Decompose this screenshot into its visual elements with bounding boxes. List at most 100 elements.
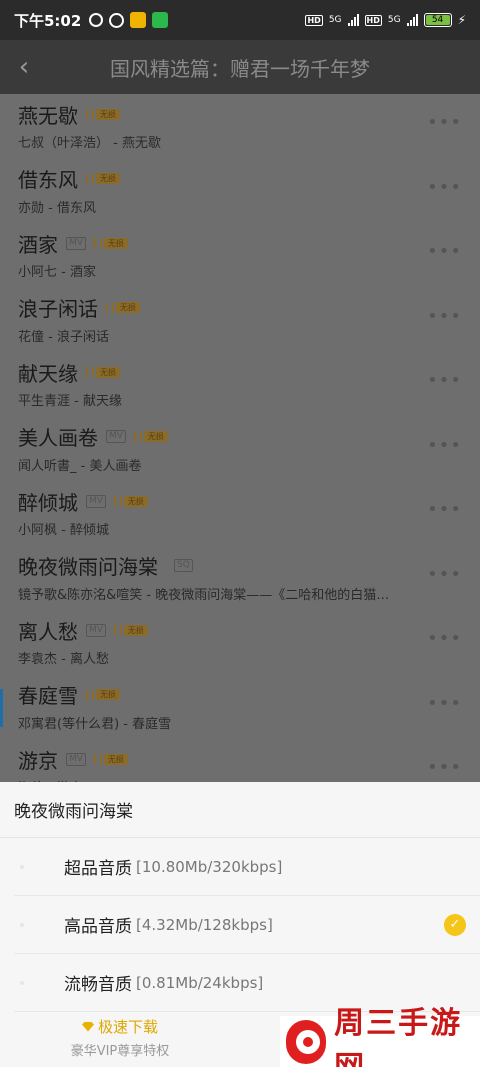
- song-title: 晚夜微雨问海棠: [18, 555, 158, 579]
- mv-badge[interactable]: MV: [106, 430, 126, 443]
- sound-wave-icon: [86, 367, 94, 377]
- song-row[interactable]: 酒家 MV 无损小阿七 - 酒家 •••: [0, 223, 480, 288]
- vip-fast-label: 极速下载: [97, 1018, 158, 1036]
- song-title: 美人画卷: [18, 426, 98, 450]
- song-artist: 邓寓君(等什么君) - 春庭雪: [18, 716, 172, 732]
- mv-badge[interactable]: MV: [66, 236, 86, 250]
- lossless-label: 无损: [103, 237, 128, 249]
- song-title: 燕无歇: [18, 103, 78, 128]
- lossless-badge: 无损: [113, 624, 148, 636]
- song-row[interactable]: 浪子闲话 无损花僮 - 浪子闲话 •••: [0, 288, 480, 353]
- bullet-icon: [20, 922, 24, 927]
- more-options-icon[interactable]: •••: [427, 693, 462, 714]
- mv-badge[interactable]: MV: [86, 494, 106, 508]
- lossless-badge: 无损: [93, 753, 128, 765]
- song-row[interactable]: 离人愁 MV 无损李袁杰 - 离人愁 •••: [0, 610, 480, 675]
- lossless-label: 无损: [96, 173, 120, 184]
- more-options-icon[interactable]: •••: [427, 435, 462, 456]
- bullet-icon: [20, 980, 24, 985]
- more-options-icon[interactable]: •••: [427, 112, 462, 133]
- lossless-badge: 无损: [86, 108, 120, 120]
- app-notification-icon: [130, 12, 147, 28]
- status-bar: 下午5:02 HD 5G HD 5G 54 ⚡: [0, 0, 480, 40]
- charging-icon: ⚡: [457, 13, 466, 27]
- sound-wave-icon: [113, 625, 122, 635]
- song-row[interactable]: 借东风 无损 亦勋 - 借东风 •••: [0, 159, 480, 224]
- wechat-notification-icon: [152, 12, 169, 28]
- song-artist: 闻人听書_ - 美人画卷: [18, 458, 142, 474]
- sound-wave-icon: [133, 431, 142, 442]
- song-artist: 小阿七 - 酒家: [18, 265, 96, 280]
- alarm-icon: [109, 12, 125, 28]
- status-time: 下午5:02: [14, 11, 82, 30]
- lossless-label: 无损: [123, 624, 148, 636]
- song-title: 春庭雪: [18, 684, 78, 708]
- lossless-badge: 无损: [106, 302, 140, 313]
- quality-detail: [4.32Mb/128kbps]: [136, 915, 273, 934]
- quality-detail: [0.81Mb/24kbps]: [136, 973, 264, 992]
- song-title: 献天缘: [18, 361, 78, 386]
- network-type-2: 5G: [387, 15, 401, 25]
- check-icon: ✓: [444, 913, 466, 936]
- mv-badge[interactable]: MV: [66, 752, 86, 766]
- more-options-icon[interactable]: •••: [427, 499, 462, 520]
- song-artist: 平生青涯 - 献天缘: [18, 394, 122, 409]
- song-artist: 七叔（叶泽浩） - 燕无歇: [18, 136, 161, 151]
- sound-wave-icon: [106, 302, 114, 313]
- song-artist: 花僮 - 浪子闲话: [18, 329, 109, 345]
- song-row[interactable]: 春庭雪 无损邓寓君(等什么君) - 春庭雪 •••: [0, 675, 480, 740]
- lossless-badge: 无损: [86, 689, 120, 700]
- mute-icon: [89, 13, 104, 27]
- song-row[interactable]: 献天缘 无损平生青涯 - 献天缘 •••: [0, 352, 480, 417]
- mv-badge[interactable]: MV: [86, 623, 106, 637]
- song-row[interactable]: 燕无歇 无损七叔（叶泽浩） - 燕无歇 •••: [0, 94, 480, 159]
- song-list[interactable]: 燕无歇 无损 七叔（叶泽浩） - 燕无歇 ••• 借东风 无损 亦勋 - 借东风 ••• 酒家 M…: [0, 94, 480, 782]
- song-row[interactable]: 美人画卷 MV 无损闻人听書_ - 美人画卷 •••: [0, 417, 480, 482]
- quality-name: 高品音质: [64, 917, 132, 937]
- vip-perk-label: 豪华VIP尊享特权: [70, 1044, 170, 1059]
- network-type-1: 5G: [328, 15, 342, 25]
- song-row[interactable]: 晚夜微雨问海棠 SQ 镜予歌&陈亦洺&喧笑 - 晚夜微雨问海棠——《二哈和他的白猫……: [0, 546, 480, 611]
- more-options-icon[interactable]: •••: [427, 628, 462, 649]
- quality-detail: [10.80Mb/320kbps]: [136, 857, 283, 876]
- top-bar: ‹ 国风精选篇：赠君一场千年梦: [0, 40, 480, 94]
- song-row[interactable]: 游京MV无损海伦 - 游京•••: [0, 739, 480, 783]
- vip-fast-download[interactable]: 极速下载 豪华VIP尊享特权: [0, 1008, 240, 1067]
- quality-name: 超品音质: [64, 859, 132, 879]
- more-options-icon[interactable]: •••: [427, 370, 462, 391]
- song-artist: 李袁杰 - 离人愁: [18, 652, 109, 667]
- quality-option[interactable]: 超品音质 [10.80Mb/320kbps]: [14, 838, 480, 896]
- song-title: 借东风: [18, 168, 78, 192]
- lossless-badge: 无损: [133, 431, 168, 442]
- lossless-badge: 无损: [86, 366, 120, 378]
- battery-icon: 54: [423, 13, 452, 27]
- sheet-title: 晚夜微雨问海棠: [0, 782, 480, 838]
- more-options-icon[interactable]: •••: [427, 306, 462, 327]
- song-row[interactable]: 醉倾城 MV 无损 小阿枫 - 醉倾城 •••: [0, 481, 480, 546]
- song-title: 离人愁: [18, 619, 78, 644]
- quality-option[interactable]: 高品音质 [4.32Mb/128kbps] ✓: [14, 896, 480, 954]
- quality-name: 流畅音质: [64, 975, 132, 995]
- sound-wave-icon: [113, 496, 122, 506]
- sound-wave-icon: [93, 754, 102, 764]
- more-options-icon[interactable]: •••: [427, 564, 462, 585]
- more-options-icon[interactable]: •••: [427, 757, 462, 778]
- song-artist: 小阿枫 - 醉倾城: [18, 523, 109, 538]
- lossless-label: 无损: [123, 495, 148, 507]
- more-options-icon[interactable]: •••: [427, 241, 462, 262]
- song-title: 酒家: [18, 232, 58, 257]
- lossless-label: 无损: [103, 753, 128, 765]
- sound-wave-icon: [86, 689, 94, 700]
- lossless-label: 无损: [143, 431, 168, 442]
- hd-icon: HD: [305, 14, 323, 26]
- back-arrow-icon[interactable]: ‹: [0, 40, 48, 94]
- song-title: 浪子闲话: [18, 297, 98, 321]
- more-options-icon[interactable]: •••: [427, 177, 462, 198]
- lossless-label: 无损: [116, 302, 140, 313]
- sound-wave-icon: [93, 238, 102, 248]
- song-title: 游京: [18, 748, 58, 773]
- signal-icon-2: [406, 14, 418, 26]
- lossless-badge: 无损: [86, 173, 120, 184]
- signal-icon-1: [347, 14, 359, 26]
- lossless-label: 无损: [96, 689, 120, 700]
